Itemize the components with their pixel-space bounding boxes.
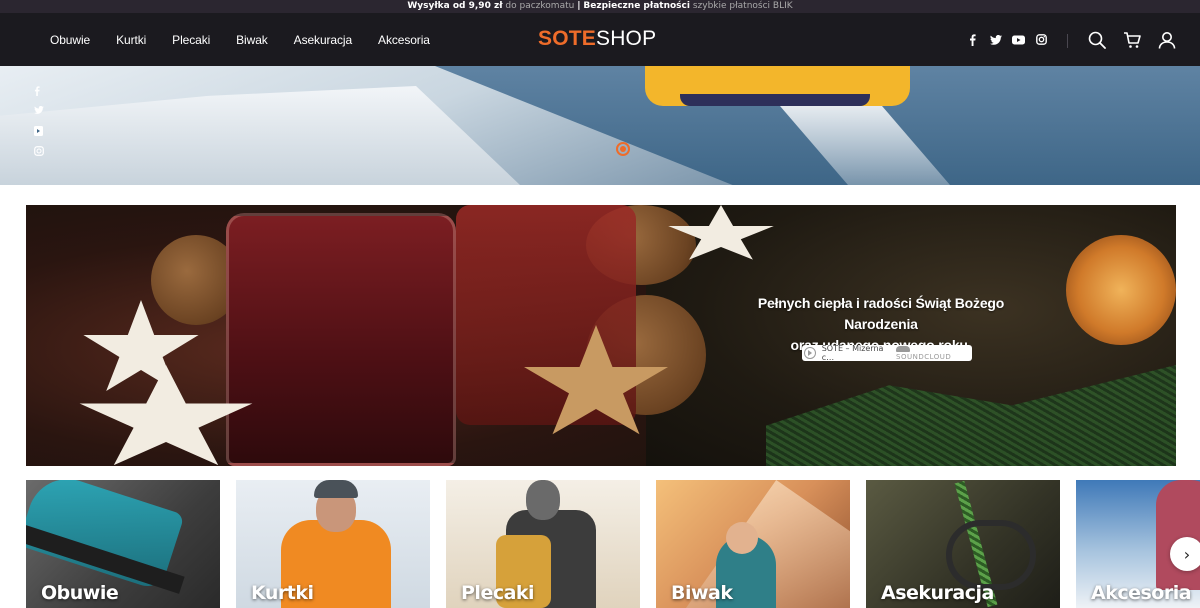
player-brand: SOUNDCLOUD (896, 345, 966, 361)
nav-item-kurtki[interactable]: Kurtki (116, 33, 146, 47)
nav-item-plecaki[interactable]: Plecaki (172, 33, 210, 47)
nav-item-obuwie[interactable]: Obuwie (50, 33, 90, 47)
category-label: Akcesoria (1091, 582, 1192, 604)
promo-shipping: Wysyłka od 9,90 zł (407, 1, 503, 11)
category-label: Obuwie (41, 582, 119, 604)
category-card-kurtki[interactable]: Kurtki (236, 480, 430, 608)
category-label: Asekuracja (881, 582, 994, 604)
twitter-icon[interactable] (34, 105, 44, 116)
site-logo[interactable]: SOTESHOP (538, 27, 656, 51)
hero-side-social (34, 86, 44, 156)
instagram-icon[interactable] (34, 146, 44, 156)
site-header: Obuwie Kurtki Plecaki Biwak Asekuracja A… (0, 13, 1200, 66)
banner-greeting-line1: Pełnych ciepła i radości Świąt Bożego Na… (757, 295, 1005, 332)
category-image-hood (526, 480, 560, 520)
soundcloud-icon (896, 346, 910, 352)
header-actions (1088, 13, 1176, 66)
play-icon[interactable] (804, 347, 816, 359)
category-image-hat (314, 480, 358, 498)
logo-part-shop: SHOP (595, 27, 657, 50)
nav-item-akcesoria[interactable]: Akcesoria (378, 33, 430, 47)
banner-dried-orange (1066, 235, 1176, 345)
carousel-next-button[interactable]: › (1170, 537, 1200, 571)
category-card-obuwie[interactable]: Obuwie (26, 480, 220, 608)
cart-icon[interactable] (1123, 31, 1141, 49)
banner-mulled-wine-glass (226, 213, 456, 466)
category-card-asekuracja[interactable]: Asekuracja (866, 480, 1060, 608)
facebook-icon[interactable] (966, 33, 979, 46)
category-label: Kurtki (251, 582, 314, 604)
logo-part-sote: SOTE (538, 27, 596, 50)
category-image-skier (1156, 480, 1200, 590)
category-label: Plecaki (461, 582, 535, 604)
category-card-plecaki[interactable]: Plecaki (446, 480, 640, 608)
category-carousel: Obuwie Kurtki Plecaki Biwak Asekuracja A… (26, 480, 1200, 608)
search-icon[interactable] (1088, 31, 1106, 49)
promo-shipping-detail: do paczkomatu (505, 1, 575, 11)
promo-payments: Bezpieczne płatności (583, 1, 690, 11)
christmas-banner: Pełnych ciepła i radości Świąt Bożego Na… (26, 205, 1176, 466)
social-links (966, 13, 1048, 66)
facebook-icon[interactable] (34, 86, 44, 96)
nav-item-asekuracja[interactable]: Asekuracja (294, 33, 352, 47)
promo-bar: Wysyłka od 9,90 zł do paczkomatu | Bezpi… (0, 0, 1200, 13)
user-icon[interactable] (1158, 31, 1176, 49)
category-label: Biwak (671, 582, 733, 604)
category-image-camper-head (726, 522, 758, 554)
promo-separator: | (577, 1, 581, 11)
hero-jacket-hem (680, 94, 870, 106)
category-image-belay-device (946, 520, 1036, 590)
slider-dot-active[interactable] (616, 142, 630, 156)
category-card-biwak[interactable]: Biwak (656, 480, 850, 608)
youtube-icon[interactable] (1012, 33, 1025, 46)
soundcloud-player[interactable]: SOTE – Mizerna c… SOUNDCLOUD (802, 344, 972, 362)
header-divider (1067, 34, 1068, 48)
player-track-title: SOTE – Mizerna c… (821, 344, 884, 362)
nav-item-biwak[interactable]: Biwak (236, 33, 268, 47)
hero-slider[interactable] (0, 66, 1200, 185)
twitter-icon[interactable] (989, 33, 1002, 46)
instagram-icon[interactable] (1035, 33, 1048, 46)
player-brand-label: SOUNDCLOUD (896, 353, 952, 361)
youtube-icon[interactable] (34, 126, 44, 136)
main-nav: Obuwie Kurtki Plecaki Biwak Asekuracja A… (50, 13, 430, 66)
chevron-right-icon: › (1183, 544, 1191, 564)
hero-snow-slope (0, 86, 520, 185)
promo-payments-detail: szybkie płatności BLIK (692, 1, 793, 11)
